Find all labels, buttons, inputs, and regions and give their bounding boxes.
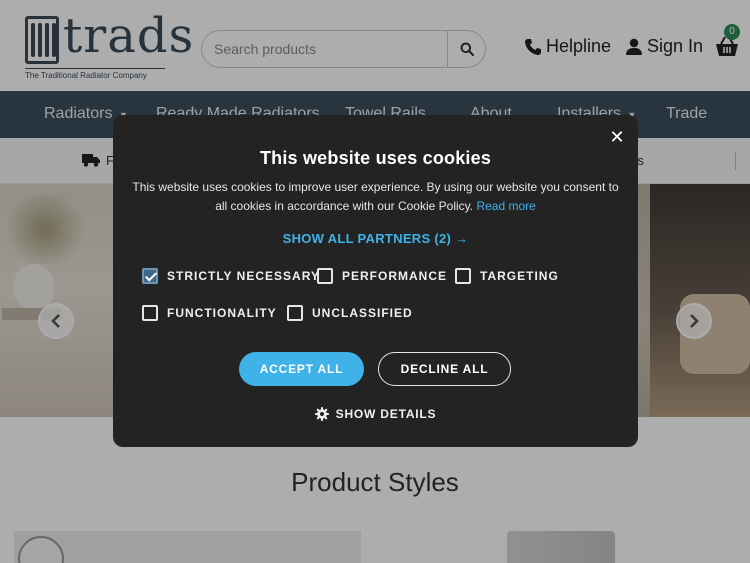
checkbox-performance[interactable]: PERFORMANCE — [317, 268, 447, 284]
checkbox-label: PERFORMANCE — [342, 269, 448, 283]
checkbox-label: UNCLASSIFIED — [312, 306, 413, 320]
show-partners-link[interactable]: SHOW ALL PARTNERS (2) → — [113, 231, 638, 246]
checkbox-icon[interactable] — [455, 268, 471, 284]
checkbox-icon[interactable] — [142, 305, 158, 321]
close-icon: ✕ — [609, 127, 625, 147]
gear-icon — [314, 407, 329, 421]
checkbox-icon[interactable] — [317, 268, 333, 284]
checkbox-label: STRICTLY NECESSARY — [167, 269, 320, 283]
cookie-description-text: This website uses cookies to improve use… — [132, 180, 619, 213]
checkbox-label: FUNCTIONALITY — [167, 306, 277, 320]
checkbox-checked-icon[interactable] — [142, 268, 158, 284]
checkbox-targeting[interactable]: TARGETING — [455, 268, 559, 284]
cookie-dialog-title: This website uses cookies — [259, 148, 492, 168]
close-button[interactable]: ✕ — [607, 127, 627, 147]
checkbox-label: TARGETING — [480, 269, 559, 283]
accept-all-button[interactable]: ACCEPT ALL — [239, 352, 364, 386]
checkbox-icon[interactable] — [287, 305, 303, 321]
cookie-dialog-description: This website uses cookies to improve use… — [125, 178, 626, 216]
checkbox-functionality[interactable]: FUNCTIONALITY — [142, 305, 277, 321]
show-details-label: SHOW DETAILS — [335, 407, 437, 421]
decline-all-button[interactable]: DECLINE ALL — [378, 352, 511, 386]
read-more-link[interactable]: Read more — [476, 199, 535, 213]
cookie-consent-dialog: ✕ This website uses cookies This website… — [113, 115, 638, 447]
show-details-link[interactable]: SHOW DETAILS — [113, 407, 638, 421]
checkbox-strictly-necessary[interactable]: STRICTLY NECESSARY — [142, 268, 320, 284]
checkbox-unclassified[interactable]: UNCLASSIFIED — [287, 305, 413, 321]
